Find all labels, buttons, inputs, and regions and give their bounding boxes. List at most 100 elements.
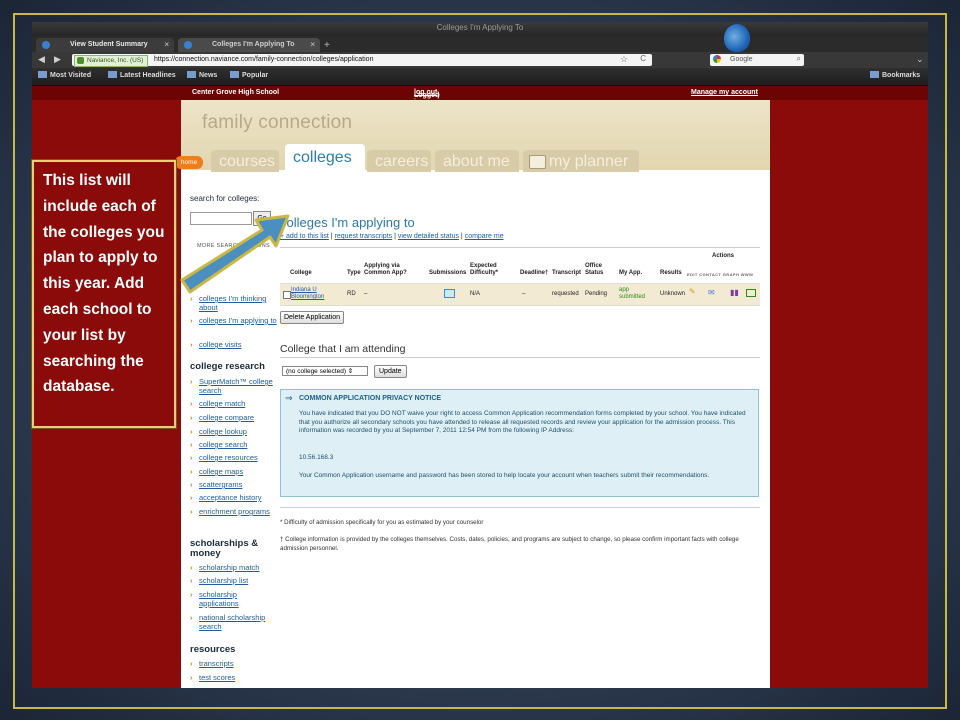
rss-icon [108, 71, 117, 78]
cell-results: Unknown [660, 291, 686, 297]
compare-me-link[interactable]: compare me [465, 233, 504, 240]
site-identity-label: Naviance, Inc. (US) [87, 57, 144, 64]
divider [280, 507, 760, 508]
tab-label: Colleges I'm Applying To [212, 41, 295, 48]
bookmark-star-icon[interactable]: ☆ [620, 54, 628, 65]
site-top-bar: Center Grove High School Logged in as: J… [32, 86, 928, 127]
sidebar-item-college-lookup[interactable]: college lookup [190, 427, 279, 436]
menu-icon[interactable]: ⌄ [916, 54, 924, 65]
forward-icon[interactable]: ▶ [54, 54, 61, 65]
sidebar-item-college-visits[interactable]: college visits [190, 340, 279, 349]
sidebar-item-test-scores[interactable]: test scores [190, 673, 279, 682]
contact-envelope-icon[interactable]: ✉ [708, 289, 715, 297]
manage-account-link[interactable]: Manage my account [691, 89, 758, 96]
sidebar-item-scholarship-list[interactable]: scholarship list [190, 576, 279, 585]
sidebar-item-scattergrams[interactable]: scattergrams [190, 480, 279, 489]
col-deadline: Deadline† [520, 270, 549, 276]
bookmark-news[interactable]: News [187, 71, 217, 81]
footnote-difficulty: * Difficulty of admission specifically f… [280, 519, 484, 526]
update-button[interactable]: Update [374, 365, 407, 378]
page-header: family connection courses colleges caree… [175, 100, 770, 174]
col-common-app: Applying via Common App? [364, 263, 407, 276]
folder-icon [38, 71, 47, 78]
www-icon[interactable] [746, 289, 756, 297]
tab-view-student-summary[interactable]: View Student Summary × [36, 38, 174, 52]
sidebar-item-college-match[interactable]: college match [190, 399, 279, 408]
col-office-status: Office Status [585, 263, 604, 276]
sidebar-item-scholarship-applications[interactable]: scholarship applications [190, 590, 255, 608]
tab-careers[interactable]: careers [367, 150, 431, 172]
close-tab-icon[interactable]: × [164, 38, 169, 52]
col-submissions: Submissions [429, 270, 467, 276]
search-engine-label: Google [730, 56, 753, 63]
sidebar-item-college-resources[interactable]: college resources [190, 453, 279, 462]
reload-icon[interactable]: C [640, 54, 646, 63]
action-column-labels: EDIT CONTACT GRAPH WWW [687, 272, 754, 277]
tab-about-me[interactable]: about me [435, 150, 519, 172]
bookmark-latest-headlines[interactable]: Latest Headlines [108, 71, 176, 81]
privacy-notice: ⇒ COMMON APPLICATION PRIVACY NOTICE You … [280, 389, 759, 497]
tab-colleges-applying[interactable]: Colleges I'm Applying To × [178, 38, 320, 52]
bookmark-popular[interactable]: Popular [230, 71, 268, 81]
tab-colleges[interactable]: colleges [285, 144, 365, 174]
apple-logo-icon [724, 24, 750, 52]
sidebar-item-transcripts[interactable]: transcripts [190, 659, 279, 668]
attending-college-select[interactable]: (no college selected) ⇕ [282, 366, 368, 376]
bookmark-most-visited[interactable]: Most Visited [38, 71, 91, 81]
annotation-callout: This list will include each of the colle… [32, 160, 176, 428]
tab-my-planner[interactable]: my planner [523, 150, 639, 172]
sidebar-item-college-search[interactable]: college search [190, 440, 279, 449]
window-title: Colleges I'm Applying To [436, 23, 524, 32]
view-detailed-status-link[interactable]: view detailed status [398, 233, 459, 240]
sidebar-item-college-compare[interactable]: college compare [190, 413, 279, 422]
cell-type: RD [347, 291, 356, 297]
actions-header: Actions [712, 253, 735, 259]
graph-icon[interactable]: ▮▮ [730, 289, 739, 297]
sidebar-item-supermatch[interactable]: SuperMatch™ college search [190, 377, 279, 395]
bookmarks-bar: Most Visited Latest Headlines News Popul… [32, 68, 928, 86]
search-box[interactable]: Google ⌕ [710, 54, 804, 66]
cell-common-app: – [364, 291, 368, 297]
sidebar-item-acceptance-history[interactable]: acceptance history [190, 493, 279, 502]
table-row: Indiana U Bloomington RD – N/A – request… [280, 283, 760, 306]
favicon-icon [42, 41, 50, 49]
college-name-link[interactable]: Indiana U Bloomington [291, 287, 335, 301]
address-bar[interactable]: Naviance, Inc. (US) https://connection.n… [72, 54, 652, 67]
college-research-heading: college research [190, 361, 265, 372]
sidebar-item-college-maps[interactable]: college maps [190, 467, 279, 476]
planner-icon [529, 155, 546, 169]
search-icon[interactable]: ⌕ [797, 54, 801, 64]
request-transcripts-link[interactable]: request transcripts [335, 233, 393, 240]
cell-deadline: – [522, 291, 526, 297]
bookmarks-icon [870, 71, 879, 78]
school-name: Center Grove High School [192, 89, 280, 96]
window-titlebar: Colleges I'm Applying To [32, 22, 928, 36]
favicon-icon [184, 41, 192, 49]
folder-icon [230, 71, 239, 78]
sidebar-item-applying-to[interactable]: colleges I'm applying to [190, 316, 279, 325]
site-identity-badge[interactable]: Naviance, Inc. (US) [74, 55, 149, 67]
edit-pencil-icon[interactable]: ✎ [689, 288, 696, 296]
notice-paragraph-2: Your Common Application username and pas… [299, 472, 710, 479]
cell-transcript: requested [552, 291, 579, 297]
footnote-college-info: † College information is provided by the… [280, 536, 739, 552]
divider [280, 357, 760, 358]
bookmarks-menu[interactable]: Bookmarks [870, 71, 920, 81]
callout-text: This list will include each of the colle… [43, 172, 165, 396]
sidebar-item-national-scholarship-search[interactable]: national scholarship search [190, 613, 279, 631]
new-tab-icon[interactable]: + [324, 40, 330, 51]
delete-application-button[interactable]: Delete Application [280, 311, 345, 324]
brand-logo: family connection [202, 112, 353, 133]
folder-icon [187, 71, 196, 78]
tab-home[interactable]: home [175, 156, 203, 169]
lock-icon [77, 57, 84, 64]
back-icon[interactable]: ◀ [38, 54, 45, 65]
close-tab-icon[interactable]: × [310, 38, 315, 52]
tab-courses[interactable]: courses [211, 150, 279, 172]
notice-ip: 10.56.168.3 [299, 454, 334, 461]
submission-monitor-icon[interactable] [444, 289, 455, 298]
sidebar-item-enrichment-programs[interactable]: enrichment programs [190, 507, 279, 516]
sidebar-item-scholarship-match[interactable]: scholarship match [190, 563, 279, 572]
col-type: Type [347, 270, 361, 276]
table-header: Actions College Type Applying via Common… [280, 247, 760, 284]
